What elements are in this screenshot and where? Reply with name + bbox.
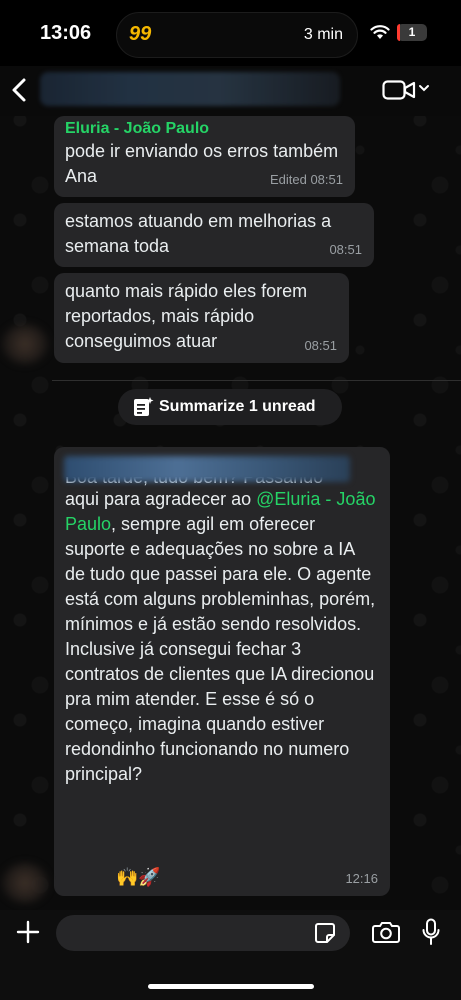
- message-input[interactable]: [56, 915, 350, 951]
- message-timestamp: Edited 08:51: [269, 172, 343, 187]
- sticker-icon[interactable]: [314, 922, 336, 944]
- status-time: 13:06: [40, 22, 92, 44]
- message-bubble[interactable]: Eluria - João Paulo pode ir enviando os …: [54, 116, 355, 197]
- summarize-unread-button[interactable]: Summarize 1 unread: [118, 389, 342, 425]
- message-timestamp: 08:51: [304, 338, 337, 353]
- message-text: estamos atuando em melhorias a semana to…: [65, 211, 337, 256]
- sender-name-blurred[interactable]: [64, 456, 350, 482]
- message-timestamp: 12:16: [345, 871, 378, 886]
- camera-icon[interactable]: [372, 920, 400, 944]
- message-bubble[interactable]: estamos atuando em melhorias a semana to…: [54, 203, 374, 267]
- message-sender[interactable]: Eluria - João Paulo: [54, 116, 355, 139]
- wifi-icon: [370, 25, 390, 39]
- message-text: aqui para agradecer ao: [65, 489, 257, 509]
- video-call-icon[interactable]: [382, 79, 416, 101]
- summarize-label: Summarize 1 unread: [159, 398, 316, 415]
- home-indicator[interactable]: [148, 984, 314, 989]
- message-emoji: 🙌🚀: [116, 867, 161, 887]
- sender-avatar[interactable]: [2, 324, 48, 364]
- battery-icon: 1: [397, 24, 427, 41]
- status-bar: 13:06 99 3 min 1: [0, 0, 461, 66]
- chat-header: [0, 66, 461, 116]
- app-badge-icon: 99: [129, 23, 152, 45]
- message-text: , sempre agil em oferecer suporte e adeq…: [65, 514, 381, 784]
- sender-avatar[interactable]: [2, 863, 48, 903]
- message-input-bar: [0, 910, 461, 1000]
- battery-percent: 1: [408, 25, 416, 39]
- back-chevron-icon[interactable]: [8, 76, 32, 104]
- contact-name-blurred[interactable]: [40, 72, 340, 106]
- plus-icon[interactable]: [16, 920, 40, 944]
- summarize-icon: [134, 397, 154, 416]
- message-bubble[interactable]: Boa tarde, tudo bem? Passando aqui para a…: [54, 447, 390, 896]
- island-timer: 3 min: [303, 26, 343, 43]
- chevron-down-icon[interactable]: [418, 82, 430, 94]
- unread-divider: [52, 380, 461, 381]
- message-body: Boa tarde, tudo bem? Passando aqui para a…: [54, 447, 390, 787]
- microphone-icon[interactable]: [421, 918, 441, 946]
- message-bubble[interactable]: quanto mais rápido eles forem reportados…: [54, 273, 349, 363]
- dynamic-island[interactable]: 99 3 min: [116, 12, 358, 58]
- message-timestamp: 08:51: [329, 242, 362, 257]
